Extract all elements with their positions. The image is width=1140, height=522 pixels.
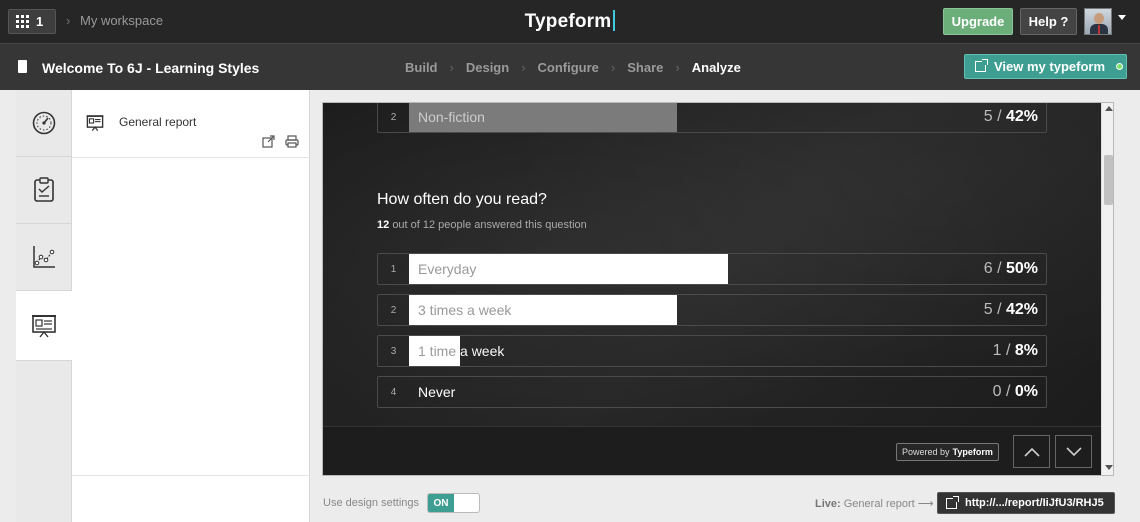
answer-number: 3	[390, 345, 397, 357]
sidebar-item-metrics[interactable]	[16, 224, 71, 291]
view-typeform-button[interactable]: View my typeform	[964, 54, 1127, 79]
chevron-down-icon[interactable]	[1118, 15, 1126, 20]
live-report-url: http://.../report/IiJfU3/RHJ5	[965, 497, 1104, 509]
answer-row: 4 Never 0 / 0%	[377, 376, 1047, 408]
chevron-up-icon	[1023, 447, 1040, 457]
presentation-icon	[86, 115, 104, 132]
step-separator: ›	[610, 60, 616, 75]
chart-icon	[32, 246, 55, 268]
print-icon[interactable]	[285, 135, 299, 148]
answer-row: 3 1 time a week 1 / 8%	[377, 335, 1047, 367]
analyze-sidebar	[16, 90, 72, 522]
live-status-dot	[1116, 63, 1124, 70]
answer-stat: 6 / 50%	[983, 260, 1038, 277]
step-navigation: Build › Design › Configure › Share › Ana…	[405, 60, 741, 75]
view-typeform-label: View my typeform	[994, 59, 1106, 74]
scroll-down-arrow-icon[interactable]	[1105, 465, 1113, 470]
step-design[interactable]: Design	[466, 60, 509, 75]
form-title: Welcome To 6J - Learning Styles	[42, 60, 260, 76]
answer-row: 1 Everyday 6 / 50%	[377, 253, 1047, 285]
step-build[interactable]: Build	[405, 60, 438, 75]
external-link-icon	[975, 59, 988, 72]
answer-number: 1	[390, 263, 397, 275]
next-question-button[interactable]	[1055, 435, 1092, 468]
step-analyze[interactable]: Analyze	[692, 60, 741, 75]
report-preview: 2 Non-fiction 5 / 42% How often do you r…	[322, 102, 1114, 476]
powered-by-badge[interactable]: Powered by Typeform	[896, 443, 999, 461]
toggle-state: ON	[428, 494, 454, 512]
answer-row: 2 3 times a week 5 / 42%	[377, 294, 1047, 326]
answer-text: 1 time a week	[418, 343, 505, 359]
chevron-down-icon	[1065, 446, 1082, 456]
sidebar-item-dashboard[interactable]	[16, 90, 71, 157]
answer-number: 2	[390, 111, 397, 123]
question-title: How often do you read?	[377, 191, 547, 208]
answer-text: Everyday	[418, 261, 477, 277]
sidebar-item-reports[interactable]	[16, 291, 72, 361]
answer-text: 3 times a week	[418, 302, 512, 318]
chalkboard-background: 2 Non-fiction 5 / 42% How often do you r…	[323, 103, 1101, 475]
upgrade-button[interactable]: Upgrade	[943, 8, 1013, 35]
answer-stat: 5 / 42%	[983, 108, 1038, 125]
avatar[interactable]	[1084, 8, 1112, 35]
scroll-up-arrow-icon[interactable]	[1105, 106, 1113, 111]
external-link-icon[interactable]	[262, 135, 275, 148]
previous-question-button[interactable]	[1013, 435, 1050, 468]
divider	[72, 475, 310, 476]
report-list-panel: General report	[72, 90, 310, 522]
presentation-icon	[32, 314, 56, 337]
step-separator: ›	[449, 60, 454, 75]
answer-stat: 1 / 8%	[992, 342, 1038, 359]
list-item[interactable]: General report	[72, 90, 310, 158]
step-separator: ›	[521, 60, 526, 75]
report-name: General report	[119, 115, 197, 129]
live-report-label: Live: General report ⟶	[815, 498, 934, 510]
design-settings-label: Use design settings	[323, 497, 419, 509]
step-configure[interactable]: Configure	[538, 60, 599, 75]
preview-footer: Powered by Typeform	[323, 426, 1101, 475]
answer-stat: 0 / 0%	[992, 383, 1038, 400]
live-report-link[interactable]: http://.../report/IiJfU3/RHJ5	[937, 492, 1115, 514]
preview-scrollbar[interactable]	[1101, 103, 1113, 475]
top-bar: 1 › My workspace Typeform Upgrade Help ?	[0, 0, 1140, 43]
step-share[interactable]: Share	[627, 60, 663, 75]
design-settings-toggle[interactable]: ON	[427, 493, 480, 513]
document-icon	[18, 60, 27, 73]
answer-text: Non-fiction	[418, 109, 485, 125]
answer-text: Never	[418, 384, 456, 400]
help-button[interactable]: Help ?	[1020, 8, 1077, 35]
clipboard-icon	[33, 177, 54, 202]
question-answered-count: 12 out of 12 people answered this questi…	[377, 219, 587, 231]
answer-number: 4	[390, 386, 397, 398]
form-nav-bar: Welcome To 6J - Learning Styles Build › …	[0, 43, 1140, 90]
step-separator: ›	[675, 60, 680, 75]
scrollbar-thumb[interactable]	[1104, 155, 1113, 205]
dashboard-icon	[32, 111, 55, 135]
answer-row-previous: 2 Non-fiction 5 / 42%	[377, 103, 1047, 133]
sidebar-item-responses[interactable]	[16, 157, 71, 224]
answer-number: 2	[390, 304, 397, 316]
external-link-icon	[946, 495, 959, 509]
answer-stat: 5 / 42%	[983, 301, 1038, 318]
